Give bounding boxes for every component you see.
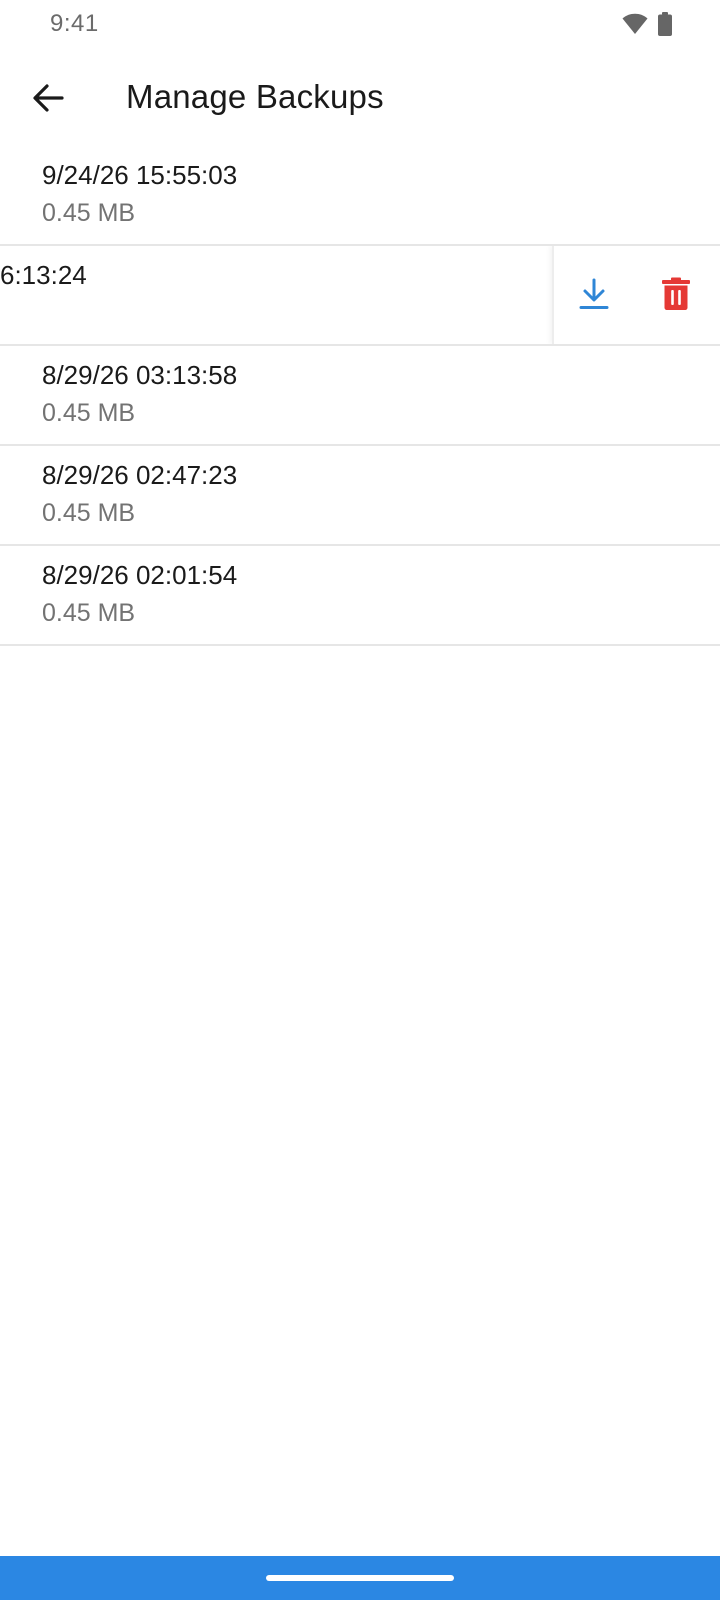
status-time: 9:41 (50, 10, 99, 37)
backup-row[interactable]: 9/24/26 15:55:03 0.45 MB (0, 146, 720, 246)
wifi-icon (622, 13, 648, 35)
backup-row[interactable]: 8/29/26 02:01:54 0.45 MB (0, 546, 720, 646)
backup-row-content: 8/29/26 03:13:58 0.45 MB (42, 346, 662, 444)
delete-backup-button[interactable] (652, 272, 700, 320)
backup-size: 0.45 MB (42, 199, 136, 227)
download-icon (579, 278, 609, 315)
manage-backups-screen: 9:41 Manage Backups 9/24/26 15:55:03 0.4… (0, 0, 720, 1600)
backup-row-content: 8/29/26 02:47:23 0.45 MB (42, 446, 662, 544)
trash-icon (662, 277, 690, 316)
backup-row[interactable]: 8/29/26 03:13:58 0.45 MB (0, 346, 720, 446)
page-title: Manage Backups (126, 78, 384, 115)
backup-date: 8/29/26 02:01:54 (42, 560, 238, 590)
backup-date: 8/29/26 03:13:58 (42, 360, 238, 390)
backup-row-content: 9/24/26 15:55:03 0.45 MB (42, 146, 662, 244)
status-bar: 9:41 (0, 0, 720, 48)
row-actions (552, 246, 720, 344)
backup-size: 0.45 MB (42, 499, 136, 527)
backup-size: 0.45 MB (42, 399, 136, 427)
back-button[interactable] (20, 72, 76, 128)
home-indicator[interactable] (266, 1575, 454, 1581)
battery-icon (658, 12, 672, 36)
arrow-back-icon (32, 83, 64, 117)
app-bar: Manage Backups (0, 60, 720, 140)
backup-list: 9/24/26 15:55:03 0.45 MB 6:13:24 8/29/26… (0, 146, 720, 646)
status-icons (622, 12, 672, 36)
backup-row[interactable]: 8/29/26 02:47:23 0.45 MB (0, 446, 720, 546)
backup-row-content: 8/29/26 02:01:54 0.45 MB (42, 546, 662, 644)
backup-row-swiped[interactable]: 6:13:24 (0, 246, 720, 346)
backup-date: 6:13:24 (0, 260, 87, 290)
system-nav-bar (0, 1556, 720, 1600)
backup-row-content: 6:13:24 (0, 246, 446, 344)
download-backup-button[interactable] (570, 272, 618, 320)
backup-date: 9/24/26 15:55:03 (42, 160, 238, 190)
backup-size: 0.45 MB (42, 599, 136, 627)
backup-date: 8/29/26 02:47:23 (42, 460, 238, 490)
